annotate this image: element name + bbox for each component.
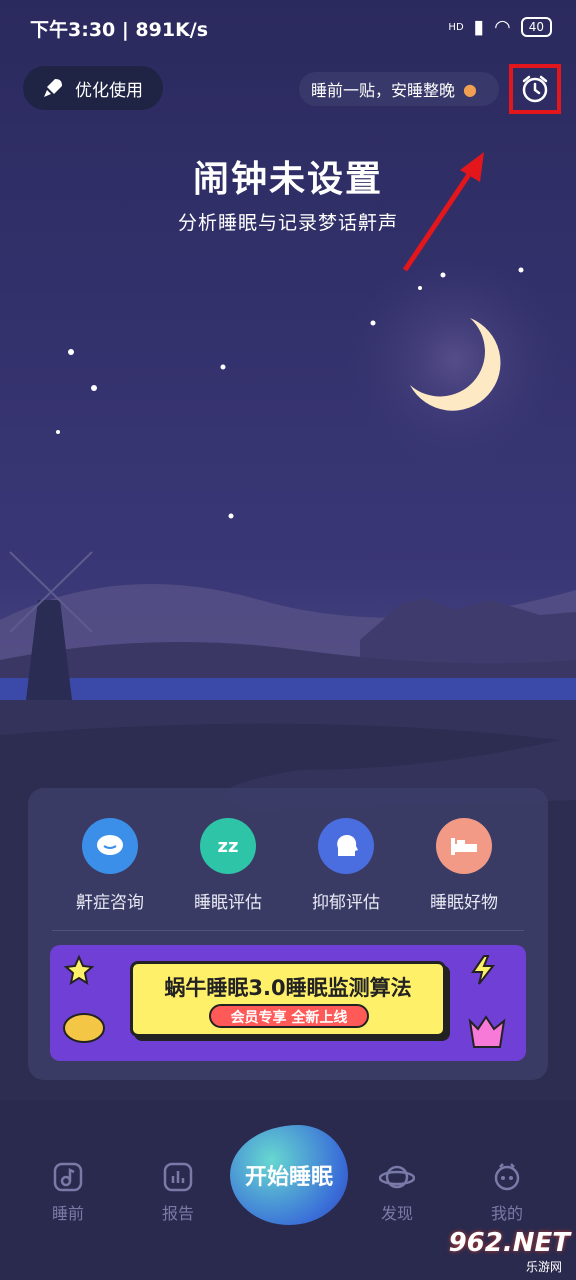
status-time: 下午3:30 | 891K/s	[30, 19, 209, 41]
nav-item-before-sleep[interactable]: 睡前	[28, 1162, 108, 1224]
promo-banner[interactable]: 蜗牛睡眠3.0睡眠监测算法 会员专享 全新上线	[50, 945, 526, 1061]
battery-icon: 40	[520, 17, 552, 37]
network-label: HD	[448, 21, 464, 33]
feature-label: 睡眠评估	[194, 893, 262, 913]
nav-item-report[interactable]: 报告	[138, 1162, 218, 1224]
nav-item-discover[interactable]: 发现	[357, 1162, 437, 1224]
feature-sleep-goods[interactable]: 睡眠好物	[409, 818, 519, 913]
feature-snore-consult[interactable]: 鼾症咨询	[55, 818, 165, 913]
star-icon	[64, 955, 94, 985]
signal-icon: ▮	[473, 16, 485, 38]
divider	[52, 930, 524, 931]
watermark-brand: 962.NET	[448, 1228, 570, 1258]
feature-label: 抑郁评估	[312, 893, 380, 913]
status-bar: 下午3:30 | 891K/s HD ▮ ◠ 40	[0, 0, 576, 52]
promo-tag: 会员专享 全新上线	[209, 1004, 369, 1028]
feature-depression-assessment[interactable]: 抑郁评估	[291, 818, 401, 913]
feature-sleep-assessment[interactable]: zz 睡眠评估	[173, 818, 283, 913]
watermark-sub: 乐游网	[525, 1260, 562, 1274]
promo-title: 蜗牛睡眠3.0睡眠监测算法	[164, 976, 412, 1000]
lightning-icon	[471, 955, 496, 985]
planet-icon	[379, 1165, 415, 1189]
promo-box: 蜗牛睡眠3.0睡眠监测算法 会员专享 全新上线	[130, 961, 446, 1037]
nav-item-mine[interactable]: 我的	[467, 1162, 547, 1224]
zzz-icon: zz	[200, 818, 256, 874]
music-note-icon	[53, 1162, 83, 1192]
page-subtitle: 分析睡眠与记录梦话鼾声	[177, 212, 398, 234]
sleep-tip-pill[interactable]: 睡前一贴，安睡整晚 ●	[299, 72, 499, 106]
nav-label: 发现	[380, 1204, 413, 1223]
start-sleep-button[interactable]: 开始睡眠	[230, 1125, 348, 1225]
alarm-button[interactable]	[509, 64, 561, 114]
head-icon	[318, 818, 374, 874]
status-icons: HD ▮ ◠ 40	[448, 16, 552, 38]
nav-label: 睡前	[51, 1204, 84, 1223]
crown-icon	[468, 1015, 506, 1048]
page-title: 闹钟未设置	[192, 159, 383, 200]
bar-chart-icon	[163, 1162, 193, 1192]
optimize-button[interactable]: 优化使用	[23, 66, 163, 110]
alarm-clock-icon	[522, 75, 548, 103]
optimize-label: 优化使用	[75, 80, 143, 101]
feature-label: 睡眠好物	[430, 893, 498, 913]
chat-bubble-icon	[82, 818, 138, 874]
profile-icon	[494, 1163, 520, 1191]
feature-card: 鼾症咨询 zz 睡眠评估 抑郁评估 睡眠好物 蜗牛睡眠3.0睡眠监测算法 会员专…	[28, 788, 548, 1080]
sticker-icon: ●	[463, 79, 477, 99]
wifi-icon: ◠	[494, 16, 511, 38]
coin-icon	[63, 1013, 105, 1043]
tip-text: 睡前一贴，安睡整晚	[311, 81, 456, 100]
rocket-icon	[44, 79, 62, 97]
nav-label: 报告	[161, 1204, 194, 1223]
nav-label: 我的	[490, 1204, 523, 1223]
feature-label: 鼾症咨询	[76, 893, 144, 913]
bed-icon	[436, 818, 492, 874]
